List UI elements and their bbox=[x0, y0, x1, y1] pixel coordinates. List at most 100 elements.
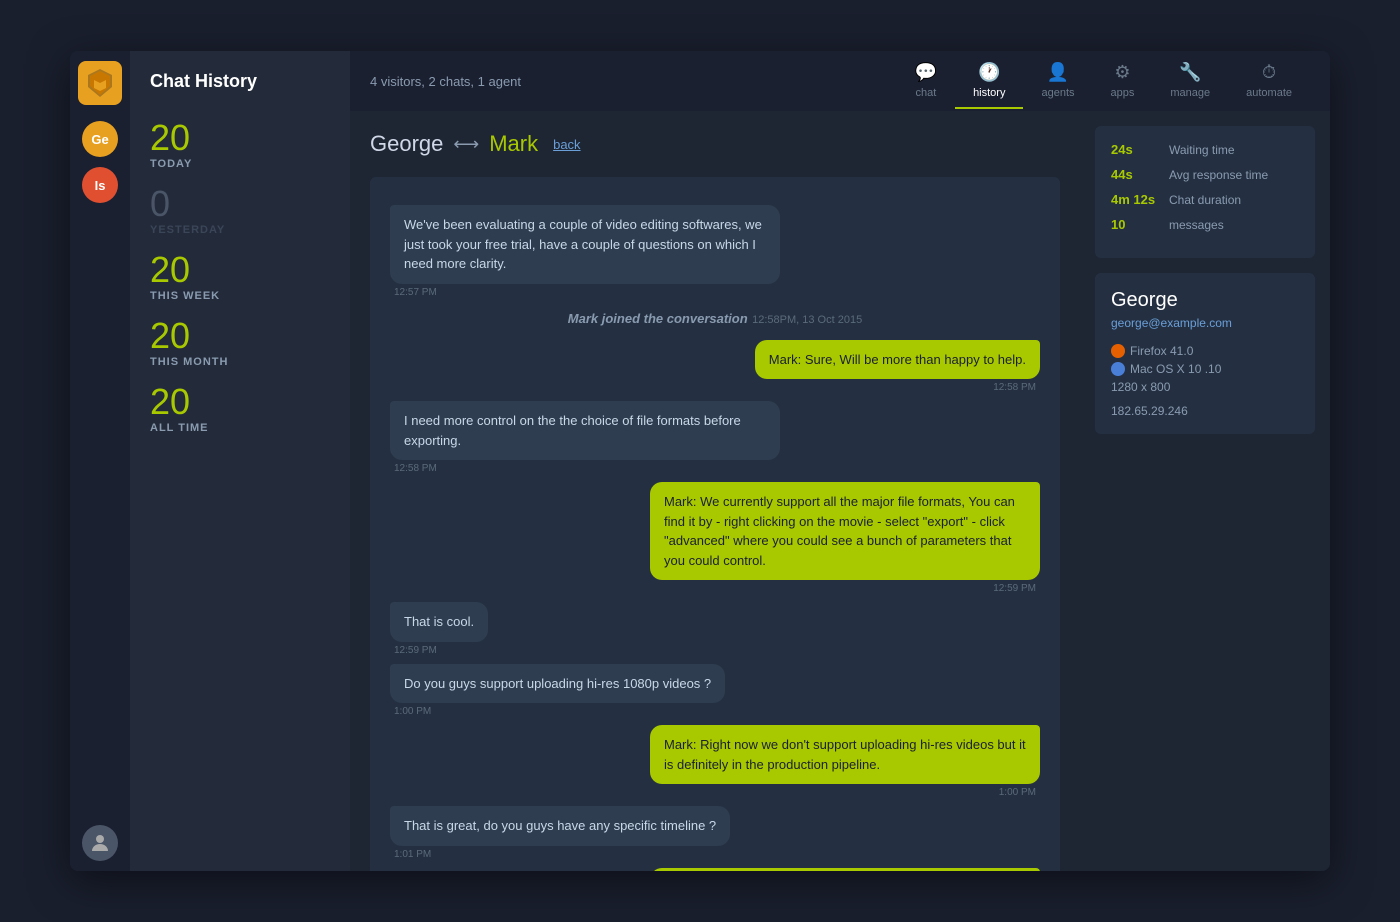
info-stats: 24s Waiting time 44s Avg response time 4… bbox=[1095, 126, 1315, 258]
nav-history[interactable]: 🕐 history bbox=[955, 54, 1023, 109]
stat-messages: 10 messages bbox=[1111, 217, 1299, 232]
automate-icon: ⏱ bbox=[1262, 62, 1276, 83]
resolution-label: 1280 x 800 bbox=[1111, 380, 1170, 394]
system-time-1: 12:58PM, 13 Oct 2015 bbox=[752, 314, 862, 326]
info-panel: 24s Waiting time 44s Avg response time 4… bbox=[1080, 111, 1330, 871]
nav-agents[interactable]: 👤 agents bbox=[1023, 54, 1092, 109]
apps-icon: ⚙ bbox=[1114, 62, 1130, 83]
time-6: 1:00 PM bbox=[390, 706, 435, 717]
avatar-ge[interactable]: Ge bbox=[82, 121, 118, 157]
stat-yesterday-number: 0 bbox=[150, 186, 330, 222]
sidebar: Chat History 20 TODAY 0 YESTERDAY 20 THI… bbox=[130, 51, 350, 871]
arrow-icon: ⟷ bbox=[453, 134, 479, 155]
time-0: 12:57 PM bbox=[390, 287, 441, 298]
bubble-4: Mark: We currently support all the major… bbox=[650, 482, 1040, 580]
nav-manage[interactable]: 🔧 manage bbox=[1152, 54, 1228, 109]
nav-apps-label: apps bbox=[1111, 87, 1135, 99]
logo-icon bbox=[78, 61, 122, 105]
user-avatar[interactable] bbox=[82, 825, 118, 861]
message-6: Do you guys support uploading hi-res 108… bbox=[390, 664, 1040, 718]
user-name: George bbox=[1111, 289, 1299, 312]
chat-area: George ⟷ Mark back We've been evaluating… bbox=[350, 111, 1080, 871]
message-3: I need more control on the the choice of… bbox=[390, 401, 1040, 474]
chat-to: Mark bbox=[489, 131, 538, 157]
time-8: 1:01 PM bbox=[390, 849, 435, 860]
avatar-is[interactable]: Is bbox=[82, 167, 118, 203]
stat-today-number: 20 bbox=[150, 120, 330, 156]
nav-chat[interactable]: 💬 chat bbox=[897, 54, 955, 109]
chat-from: George bbox=[370, 131, 443, 157]
top-nav: 4 visitors, 2 chats, 1 agent 💬 chat 🕐 hi… bbox=[350, 51, 1330, 111]
stat-thisweek-label: THIS WEEK bbox=[150, 290, 330, 302]
stat-alltime-number: 20 bbox=[150, 384, 330, 420]
bubble-8: That is great, do you guys have any spec… bbox=[390, 806, 730, 846]
stat-duration-label: Chat duration bbox=[1169, 193, 1241, 207]
stat-today[interactable]: 20 TODAY bbox=[130, 112, 350, 178]
stat-waiting-value: 24s bbox=[1111, 142, 1161, 157]
user-browser: Firefox 41.0 bbox=[1111, 344, 1299, 358]
stat-thisweek-number: 20 bbox=[150, 252, 330, 288]
bubble-9: Mark: I can promise you a tentative time… bbox=[650, 868, 1040, 872]
app-container: Ge Is Chat History 20 TODAY 0 YESTERDAY … bbox=[70, 51, 1330, 871]
message-4: Mark: We currently support all the major… bbox=[390, 482, 1040, 594]
bubble-2: Mark: Sure, Will be more than happy to h… bbox=[755, 340, 1040, 380]
nav-manage-label: manage bbox=[1170, 87, 1210, 99]
back-link[interactable]: back bbox=[553, 137, 580, 152]
content-area: George ⟷ Mark back We've been evaluating… bbox=[350, 111, 1330, 871]
stat-thismonth[interactable]: 20 THIS MONTH bbox=[130, 310, 350, 376]
manage-icon: 🔧 bbox=[1179, 62, 1201, 83]
message-1: Mark joined the conversation 12:58PM, 13… bbox=[390, 310, 1040, 328]
stat-alltime-label: ALL TIME bbox=[150, 422, 330, 434]
time-4: 12:59 PM bbox=[989, 583, 1040, 594]
message-7: Mark: Right now we don't support uploadi… bbox=[390, 725, 1040, 798]
time-3: 12:58 PM bbox=[390, 463, 441, 474]
nav-items: 💬 chat 🕐 history 👤 agents ⚙ apps 🔧 bbox=[897, 54, 1310, 109]
stat-avg-response: 44s Avg response time bbox=[1111, 167, 1299, 182]
stat-duration-value: 4m 12s bbox=[1111, 192, 1161, 207]
stat-avg-value: 44s bbox=[1111, 167, 1161, 182]
user-os: Mac OS X 10 .10 bbox=[1111, 362, 1299, 376]
main-content: 4 visitors, 2 chats, 1 agent 💬 chat 🕐 hi… bbox=[350, 51, 1330, 871]
user-email: george@example.com bbox=[1111, 316, 1299, 330]
stat-thisweek[interactable]: 20 THIS WEEK bbox=[130, 244, 350, 310]
stat-messages-value: 10 bbox=[1111, 217, 1161, 232]
stat-yesterday-label: YESTERDAY bbox=[150, 224, 330, 236]
bubble-3: I need more control on the the choice of… bbox=[390, 401, 780, 460]
nav-automate[interactable]: ⏱ automate bbox=[1228, 54, 1310, 109]
stat-alltime[interactable]: 20 ALL TIME bbox=[130, 376, 350, 442]
mac-icon bbox=[1111, 362, 1125, 376]
nav-chat-label: chat bbox=[915, 87, 936, 99]
user-resolution: 1280 x 800 bbox=[1111, 380, 1299, 394]
history-icon: 🕐 bbox=[978, 62, 1000, 83]
user-ip: 182.65.29.246 bbox=[1111, 404, 1299, 418]
stat-avg-label: Avg response time bbox=[1169, 168, 1268, 182]
time-5: 12:59 PM bbox=[390, 645, 441, 656]
stat-messages-label: messages bbox=[1169, 218, 1224, 232]
chat-header: George ⟷ Mark back bbox=[370, 131, 1060, 157]
message-5: That is cool. 12:59 PM bbox=[390, 602, 1040, 656]
message-2: Mark: Sure, Will be more than happy to h… bbox=[390, 340, 1040, 394]
os-label: Mac OS X 10 .10 bbox=[1130, 362, 1221, 376]
time-2: 12:58 PM bbox=[989, 382, 1040, 393]
stat-thismonth-label: THIS MONTH bbox=[150, 356, 330, 368]
sidebar-title: Chat History bbox=[130, 71, 350, 112]
bubble-0: We've been evaluating a couple of video … bbox=[390, 205, 780, 284]
icon-bar: Ge Is bbox=[70, 51, 130, 871]
info-user: George george@example.com Firefox 41.0 M… bbox=[1095, 273, 1315, 434]
stat-waiting: 24s Waiting time bbox=[1111, 142, 1299, 157]
chat-icon: 💬 bbox=[915, 62, 937, 83]
message-0: We've been evaluating a couple of video … bbox=[390, 205, 1040, 298]
bubble-7: Mark: Right now we don't support uploadi… bbox=[650, 725, 1040, 784]
bubble-5: That is cool. bbox=[390, 602, 488, 642]
message-9: Mark: I can promise you a tentative time… bbox=[390, 868, 1040, 872]
message-8: That is great, do you guys have any spec… bbox=[390, 806, 1040, 860]
nav-history-label: history bbox=[973, 87, 1005, 99]
stat-waiting-label: Waiting time bbox=[1169, 143, 1235, 157]
nav-apps[interactable]: ⚙ apps bbox=[1093, 54, 1153, 109]
agents-icon: 👤 bbox=[1047, 62, 1069, 83]
nav-automate-label: automate bbox=[1246, 87, 1292, 99]
status-bar: 4 visitors, 2 chats, 1 agent bbox=[370, 74, 897, 89]
time-7: 1:00 PM bbox=[995, 787, 1040, 798]
stat-yesterday[interactable]: 0 YESTERDAY bbox=[130, 178, 350, 244]
bubble-6: Do you guys support uploading hi-res 108… bbox=[390, 664, 725, 704]
